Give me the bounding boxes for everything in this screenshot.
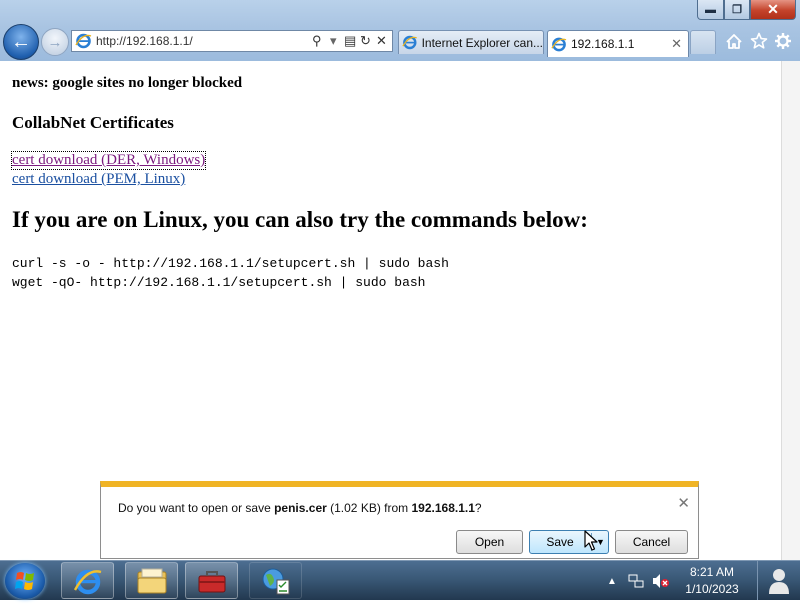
show-hidden-icons-icon[interactable]: ▲ <box>607 576 617 587</box>
forward-button[interactable]: → <box>41 28 69 56</box>
toolbox-icon <box>198 570 225 592</box>
tab-label: 192.168.1.1 <box>571 37 635 51</box>
refresh-icon[interactable]: ↻ <box>360 33 371 49</box>
user-icon <box>769 568 789 594</box>
ie-page-icon <box>551 37 567 51</box>
back-button[interactable]: ← <box>3 24 39 60</box>
volume-muted-icon[interactable] <box>652 573 670 592</box>
taskbar: ▲ 8:21 AM 1/10/2023 <box>0 560 800 600</box>
network-icon[interactable] <box>628 573 644 592</box>
close-tab-icon[interactable]: ✕ <box>671 36 682 52</box>
gear-icon[interactable] <box>773 31 793 51</box>
taskbar-network-app[interactable] <box>249 562 302 599</box>
minimize-button[interactable]: ▬ <box>697 0 724 20</box>
back-arrow-icon: ← <box>11 30 31 53</box>
home-icon[interactable] <box>724 31 744 51</box>
taskbar-toolbox[interactable] <box>185 562 238 599</box>
save-label: Save <box>546 535 574 549</box>
tab-label: Internet Explorer can... <box>421 35 543 50</box>
address-bar[interactable]: http://192.168.1.1/ ⚲ ▾ ▤ ↻ ✕ <box>71 30 393 52</box>
download-message: Do you want to open or save penis.cer (1… <box>118 501 482 515</box>
browser-chrome: ▬ ❐ ✕ ← → http://192.168.1.1/ ⚲ ▾ ▤ ↻ ✕ … <box>0 0 800 62</box>
news-line: news: google sites no longer blocked <box>12 75 243 91</box>
vertical-scrollbar[interactable] <box>781 61 800 561</box>
download-host: 192.168.1.1 <box>411 501 475 515</box>
curl-command: curl -s -o - http://192.168.1.1/setupcer… <box>12 256 449 271</box>
globe-checklist-icon <box>262 568 289 594</box>
taskbar-internet-explorer[interactable] <box>61 562 114 599</box>
compatibility-view-icon[interactable]: ▤ <box>344 33 356 49</box>
close-icon[interactable]: ✕ <box>677 494 690 512</box>
forward-arrow-icon: → <box>47 33 63 51</box>
star-icon[interactable] <box>749 31 769 51</box>
cert-download-der-link[interactable]: cert download (DER, Windows) <box>10 151 207 170</box>
folder-icon <box>137 568 166 593</box>
start-button[interactable] <box>5 563 45 599</box>
new-tab-button[interactable] <box>690 30 716 54</box>
tab-ie-cannot-display[interactable]: Internet Explorer can... <box>398 30 544 54</box>
stop-icon[interactable]: ✕ <box>376 33 387 49</box>
address-url: http://192.168.1.1/ <box>96 34 193 48</box>
maximize-button[interactable]: ❐ <box>724 0 750 20</box>
certificates-heading: CollabNet Certificates <box>12 113 174 132</box>
linux-heading: If you are on Linux, you can also try th… <box>12 207 588 232</box>
search-icon[interactable]: ⚲ <box>312 33 322 49</box>
window-controls: ▬ ❐ ✕ <box>697 0 796 20</box>
clock-date[interactable]: 1/10/2023 <box>681 582 743 596</box>
cert-download-pem-link[interactable]: cert download (PEM, Linux) <box>12 171 185 188</box>
ie-page-icon <box>75 33 92 49</box>
user-avatar-area[interactable] <box>757 561 800 600</box>
wget-command: wget -qO- http://192.168.1.1/setupcert.s… <box>12 275 426 290</box>
ie-page-icon <box>402 35 417 50</box>
open-button[interactable]: Open <box>456 530 523 554</box>
internet-explorer-icon <box>73 569 101 594</box>
clock-time[interactable]: 8:21 AM <box>684 565 740 579</box>
tab-active[interactable]: 192.168.1.1 ✕ <box>547 30 689 57</box>
download-notification-bar: Do you want to open or save penis.cer (1… <box>100 481 699 559</box>
download-filename: penis.cer <box>274 501 327 515</box>
cancel-button[interactable]: Cancel <box>615 530 688 554</box>
taskbar-windows-explorer[interactable] <box>125 562 178 599</box>
dropdown-icon[interactable]: ▾ <box>330 33 337 49</box>
windows-logo-icon <box>15 572 34 590</box>
close-window-button[interactable]: ✕ <box>750 0 796 20</box>
mouse-cursor-icon <box>584 530 598 551</box>
